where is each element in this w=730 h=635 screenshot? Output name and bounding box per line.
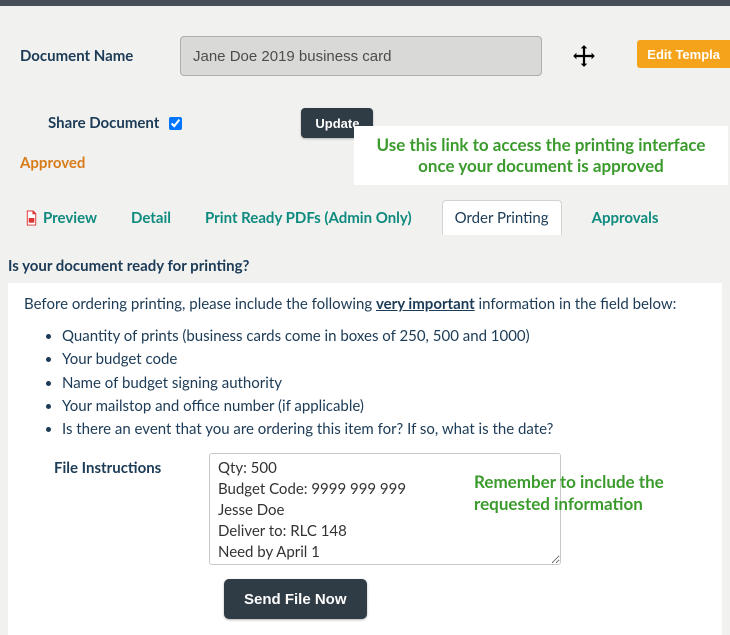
edit-template-button[interactable]: Edit Templa	[637, 40, 730, 68]
ready-question: Is your document ready for printing?	[8, 257, 710, 275]
send-file-button[interactable]: Send File Now	[224, 579, 367, 619]
pdf-icon	[24, 210, 39, 226]
document-name-input[interactable]	[180, 36, 542, 76]
tab-detail[interactable]: Detail	[127, 201, 175, 235]
order-printing-panel: Before ordering printing, please include…	[8, 283, 722, 635]
intro-emph: very important	[376, 295, 475, 313]
list-item: Quantity of prints (business cards come …	[62, 325, 706, 348]
tab-approvals[interactable]: Approvals	[588, 201, 663, 235]
list-item: Name of budget signing authority	[62, 372, 706, 395]
move-icon[interactable]	[570, 42, 598, 70]
tab-preview[interactable]: Preview	[20, 201, 101, 235]
document-name-label: Document Name	[20, 47, 180, 65]
intro-text: Before ordering printing, please include…	[24, 295, 706, 313]
list-item: Is there an event that you are ordering …	[62, 418, 706, 441]
list-item: Your mailstop and office number (if appl…	[62, 395, 706, 418]
tab-print-ready-pdfs[interactable]: Print Ready PDFs (Admin Only)	[201, 201, 416, 235]
list-item: Your budget code	[62, 348, 706, 371]
requirements-list: Quantity of prints (business cards come …	[24, 325, 706, 441]
intro-post: information in the field below:	[475, 295, 677, 313]
tab-preview-label: Preview	[43, 209, 97, 227]
tab-order-printing[interactable]: Order Printing	[442, 200, 562, 235]
file-instructions-label: File Instructions	[24, 453, 209, 565]
share-document-label: Share Document	[48, 114, 159, 132]
tab-bar: Preview Detail Print Ready PDFs (Admin O…	[20, 200, 710, 235]
share-document-checkbox[interactable]	[169, 117, 182, 130]
intro-pre: Before ordering printing, please include…	[24, 295, 376, 313]
annotation-remember: Remember to include the requested inform…	[474, 471, 714, 514]
annotation-use-link: Use this link to access the printing int…	[354, 126, 728, 185]
